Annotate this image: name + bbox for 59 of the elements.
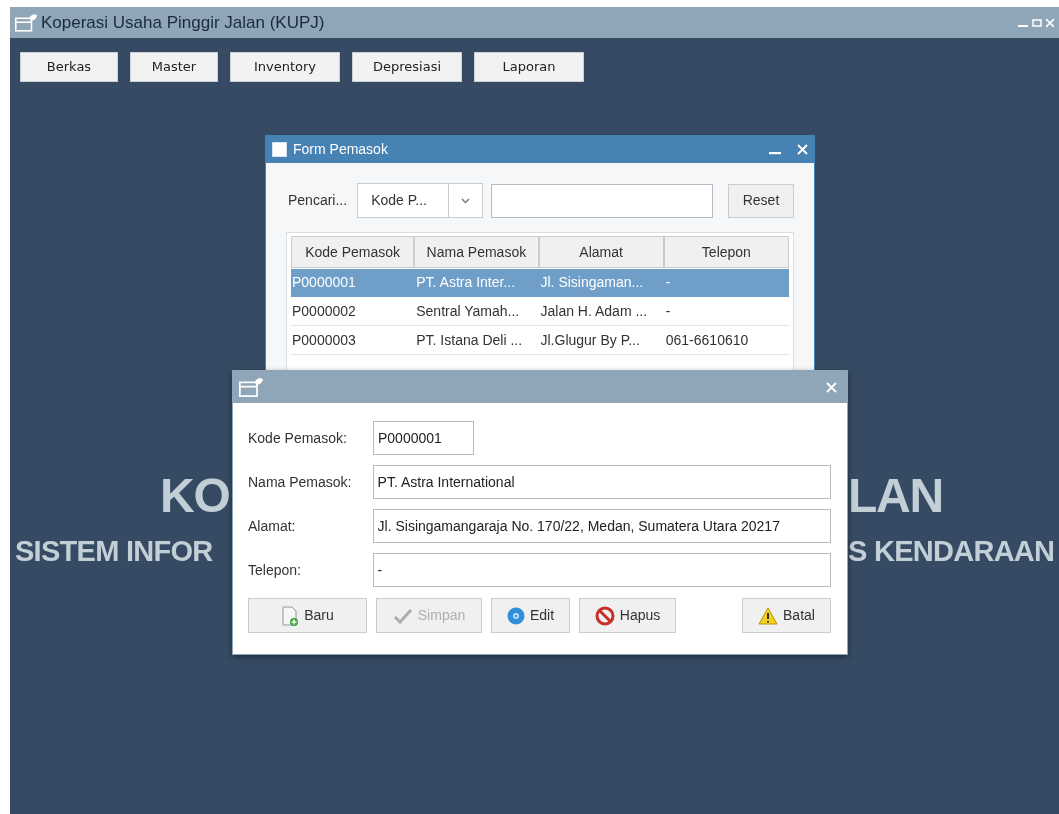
menu-button[interactable]: Berkas — [20, 52, 118, 82]
banner-subtitle: SISTEM INFOR — [15, 537, 213, 566]
table-cell-text: Jl. Sisingaman... — [539, 273, 645, 292]
banner-title: LAN — [848, 472, 944, 520]
close-icon[interactable] — [797, 144, 808, 155]
warning-icon — [758, 606, 779, 625]
window-title: Koperasi Usaha Pinggir Jalan (KUPJ) — [41, 11, 325, 34]
banner-subtitle: S KENDARAAN — [848, 537, 1055, 566]
table-cell-text: P0000002 — [291, 302, 357, 321]
table-cell-text: - — [664, 273, 672, 292]
delete-button[interactable]: Hapus — [579, 598, 676, 633]
field-label: Kode Pemasok: — [248, 428, 348, 448]
table-cell-text: 061-6610610 — [664, 331, 750, 350]
maximize-icon[interactable] — [1032, 17, 1042, 28]
table-cell-text: Sentral Yamah... — [415, 302, 521, 321]
menu-button[interactable]: Inventory — [230, 52, 340, 82]
menu-button[interactable]: Laporan — [474, 52, 584, 82]
form-title: Form Pemasok — [293, 140, 388, 159]
column-header[interactable]: Kode Pemasok — [291, 236, 415, 268]
search-by-dropdown[interactable]: Kode P... — [357, 183, 484, 218]
field-label: Telepon: — [248, 560, 302, 580]
close-icon[interactable] — [1046, 17, 1054, 28]
column-header[interactable]: Nama Pemasok — [414, 236, 539, 268]
no-entry-icon — [594, 605, 615, 626]
table-row[interactable]: P0000003 PT. Istana Deli ... Jl.Glugur By P... 061-6610610 — [291, 327, 789, 355]
text-field[interactable]: P0000001 — [373, 421, 474, 455]
edit-button[interactable]: Edit — [491, 598, 570, 633]
table-cell-text: - — [664, 302, 672, 321]
table-cell-text: Jl.Glugur By P... — [539, 331, 641, 350]
window-icon — [272, 142, 287, 157]
reset-button[interactable]: Reset — [728, 183, 794, 218]
search-label: Pencari... — [288, 191, 348, 210]
search-field[interactable] — [491, 183, 714, 218]
table-row[interactable]: P0000002 Sentral Yamah... Jalan H. Adam ... - — [291, 298, 789, 326]
chevron-down-icon — [461, 197, 471, 204]
field-label: Alamat: — [248, 516, 297, 536]
menu-button[interactable]: Depresiasi — [352, 52, 462, 82]
close-icon[interactable] — [826, 381, 837, 393]
menu-button[interactable]: Master — [130, 52, 218, 82]
checkmark-icon — [392, 607, 413, 624]
table-cell-text: Jalan H. Adam ... — [539, 302, 649, 321]
field-label: Nama Pemasok: — [248, 472, 353, 492]
text-field[interactable]: Jl. Sisingamangaraja No. 170/22, Medan, Sumatera Utara 20217 — [372, 509, 831, 543]
cancel-button[interactable]: Batal — [742, 598, 831, 633]
disc-icon — [506, 606, 525, 625]
column-header[interactable]: Telepon — [663, 236, 789, 268]
text-field[interactable]: PT. Astra International — [372, 465, 831, 499]
new-button[interactable]: Baru — [248, 598, 367, 633]
window-app-icon — [15, 13, 37, 32]
banner-title: KO — [160, 472, 230, 520]
text-field[interactable]: - — [372, 553, 831, 587]
dropdown-value: Kode P... — [370, 191, 428, 210]
window-app-icon — [239, 377, 263, 397]
new-document-icon — [281, 605, 300, 626]
table-cell-text: P0000003 — [291, 331, 357, 350]
table-cell-text: PT. Astra Inter... — [415, 273, 517, 292]
table-cell-text: P0000001 — [291, 273, 357, 292]
column-header[interactable]: Alamat — [538, 236, 664, 268]
table-cell-text: PT. Istana Deli ... — [415, 331, 524, 350]
